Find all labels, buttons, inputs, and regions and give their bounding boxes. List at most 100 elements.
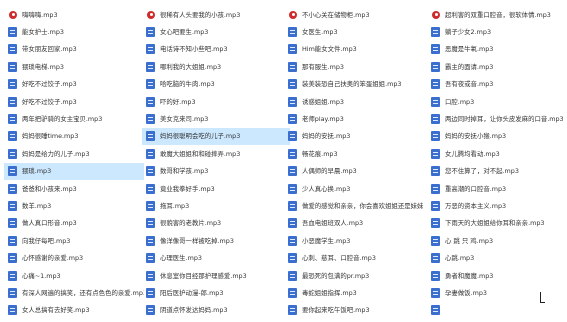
file-item[interactable]: 心怀感谢的亲爱.mp3 <box>4 249 144 266</box>
mp3-file-icon <box>431 270 440 281</box>
file-name: 心刺、慈耳、口腔音.mp3 <box>302 254 376 263</box>
file-grid: 嗨嗨嗨.mp3 能女护士.mp3 带女朋友回家.mp3 猥琐电梯.mp3 好吃不过饺子.… <box>0 0 567 322</box>
mp3-file-icon <box>8 166 17 177</box>
file-item[interactable]: 很稀有人头要我的小孩.mp3 <box>142 6 290 23</box>
file-item[interactable]: 妈妈是给力的儿子.mp3 <box>4 145 144 162</box>
file-item[interactable]: 带女朋友回家.mp3 <box>4 41 144 58</box>
file-item[interactable]: 毒蛇姐姐指挥.mp3 <box>284 284 424 301</box>
file-item[interactable]: 做爱的感觉和亲亲，你会喜欢姐姐还是妹妹.mp3 <box>284 197 424 214</box>
mp3-file-icon <box>8 79 17 90</box>
file-name: 恶魔是牛氧.mp3 <box>445 45 494 54</box>
file-item[interactable]: 躺子少女2.mp3 <box>427 23 567 40</box>
file-item[interactable]: 阳后医护动漫-郎.mp3 <box>142 284 290 301</box>
file-name: 心跳.mp3 <box>445 254 475 263</box>
file-item[interactable]: 爸爸和小孩来.mp3 <box>4 180 144 197</box>
file-item[interactable]: 小恶魔学生.mp3 <box>284 232 424 249</box>
file-item[interactable]: 下雨天的大姐姐给你耳和亲亲.mp3 <box>427 215 567 232</box>
file-item[interactable]: 心痛~1.mp3 <box>4 267 144 284</box>
file-item[interactable]: 阴道点怀发达妈妈.mp3 <box>142 302 290 319</box>
mp3-file-icon <box>146 270 155 281</box>
mp3-file-icon <box>8 305 17 316</box>
file-name: 嗨嗨嗨.mp3 <box>22 10 58 19</box>
file-item[interactable]: 要你起来吃午饭吧.mp3 <box>284 302 424 319</box>
file-item[interactable]: 恶魔是牛氧.mp3 <box>427 41 567 58</box>
file-item[interactable]: 妈妈的安抚.mp3 <box>284 128 424 145</box>
file-item[interactable]: 心跳.mp3 <box>427 249 567 266</box>
file-item[interactable]: 像洋像哥一样被吃掉.mp3 <box>142 232 290 249</box>
file-item[interactable]: 两边同时掉耳，让你头皮发麻的口音.mp3 <box>427 110 567 127</box>
file-item[interactable]: 老师play.mp3 <box>284 110 424 127</box>
file-item[interactable]: 有深人网遍的搞笑，还有点色色的亲爱.mp3 <box>4 284 144 301</box>
file-item[interactable]: 猥琐.mp3 <box>4 162 144 180</box>
file-item[interactable]: 最恐死的包满的pr.mp3 <box>284 267 424 284</box>
file-item[interactable]: 霸主的面请.mp3 <box>427 58 567 75</box>
file-item[interactable]: 竟业我拳好手.mp3 <box>142 180 290 197</box>
file-item[interactable]: 孕妻做饭.mp3 <box>427 284 567 301</box>
file-item[interactable]: 做人真口形音.mp3 <box>4 215 144 232</box>
file-item[interactable]: 女心吧要生.mp3 <box>142 23 290 40</box>
file-name: 做人真口形音.mp3 <box>22 219 77 228</box>
file-item[interactable]: 能女护士.mp3 <box>4 23 144 40</box>
file-name: 吾有夜或音.mp3 <box>445 80 494 89</box>
file-name: 人偶师的早晨.mp3 <box>302 167 357 176</box>
file-item[interactable]: 休息室你目经那护理感爱.mp3 <box>142 267 290 284</box>
mp3-file-icon <box>8 131 17 142</box>
file-item[interactable]: 两年把驴骑的女主宝贝.mp3 <box>4 110 144 127</box>
file-item[interactable]: 向我仔每吧.mp3 <box>4 232 144 249</box>
file-name: 心痛~1.mp3 <box>22 271 61 280</box>
file-item[interactable]: 您不住算了，对不起.mp3 <box>427 163 567 180</box>
file-item[interactable]: 嗨嗨嗨.mp3 <box>4 6 144 23</box>
mp3-file-icon <box>431 235 440 246</box>
file-item[interactable]: 妈妈很睡time.mp3 <box>4 128 144 145</box>
file-item[interactable]: 女医生.mp3 <box>284 23 424 40</box>
file-item[interactable]: 诱惑姐姐.mp3 <box>284 93 424 110</box>
file-item[interactable]: 女儿腾均看动.mp3 <box>427 145 567 162</box>
file-item[interactable]: 少人真心换.mp3 <box>284 180 424 197</box>
mp3-file-icon <box>146 61 155 72</box>
file-item[interactable]: 很貌害的老教片.mp3 <box>142 215 290 232</box>
file-name: 两年把驴骑的女主宝贝.mp3 <box>22 115 103 124</box>
file-column-1: 嗨嗨嗨.mp3 能女护士.mp3 带女朋友回家.mp3 猥琐电梯.mp3 好吃不过饺子.… <box>4 6 144 319</box>
file-name: 能女护士.mp3 <box>22 28 64 37</box>
file-item[interactable]: 哈吃脑的牛肉.mp3 <box>142 76 290 93</box>
file-item[interactable]: 美女克来司.mp3 <box>142 110 290 127</box>
file-item[interactable]: 妈妈的安抚小猴.mp3 <box>427 128 567 145</box>
file-item[interactable]: 口腔.mp3 <box>427 93 567 110</box>
file-item[interactable]: 好吃不过饺子.mp3 <box>4 93 144 110</box>
file-item[interactable]: 超利害的双重口腔音，很软体情.mp3 <box>427 6 567 23</box>
mp3-file-icon <box>146 166 155 177</box>
file-item[interactable]: 那有服生.mp3 <box>284 58 424 75</box>
file-item[interactable]: 畅花痕.mp3 <box>284 145 424 162</box>
file-item[interactable]: 万恶的资本主义.mp3 <box>427 197 567 214</box>
file-item[interactable]: 重高潮的口腔音.mp3 <box>427 180 567 197</box>
file-item[interactable]: 人偶师的早晨.mp3 <box>284 163 424 180</box>
file-item[interactable]: 吾血电姐班双人.mp3 <box>284 215 424 232</box>
mp3-file-icon <box>288 287 297 298</box>
mp3-file-icon <box>146 79 155 90</box>
file-item[interactable]: 数哥和学孩.mp3 <box>142 163 290 180</box>
file-item[interactable]: 猥琐电梯.mp3 <box>4 58 144 75</box>
file-item[interactable]: 心理医生.mp3 <box>142 249 290 266</box>
file-item[interactable]: Him能女文件.mp3 <box>284 41 424 58</box>
file-item[interactable]: 好吃不过饺子.mp3 <box>4 76 144 93</box>
file-item[interactable]: 不小心关在储物柜.mp3 <box>284 6 424 23</box>
file-item[interactable]: 吓的好.mp3 <box>142 93 290 110</box>
file-item[interactable] <box>427 302 567 319</box>
file-item[interactable]: 妈妈很聪明会吃的儿子.mp3 <box>142 127 290 146</box>
file-item[interactable]: 哪利我的大姐姐.mp3 <box>142 58 290 75</box>
file-item[interactable]: 敢魔大姐姐和和碰摔弄.mp3 <box>142 145 290 162</box>
mp3-file-icon <box>8 235 17 246</box>
file-item[interactable]: 电话诗不知小些吧.mp3 <box>142 41 290 58</box>
file-item[interactable]: 心刺、慈耳、口腔音.mp3 <box>284 249 424 266</box>
file-item[interactable]: 数羊.mp3 <box>4 197 144 214</box>
disc-icon <box>147 10 155 19</box>
file-name: 少人真心换.mp3 <box>302 184 351 193</box>
file-name: 女儿腾均看动.mp3 <box>445 149 500 158</box>
file-item[interactable]: 装美装恐自己扶奥的笨蛋姐姐.mp3 <box>284 76 424 93</box>
file-item[interactable]: 心 跳 只 鸡.mp3 <box>427 232 567 249</box>
mp3-file-icon <box>431 287 440 298</box>
file-item[interactable]: 勇者和魔魔.mp3 <box>427 267 567 284</box>
file-item[interactable]: 拖耳.mp3 <box>142 197 290 214</box>
file-item[interactable]: 吾有夜或音.mp3 <box>427 76 567 93</box>
file-item[interactable]: 女人总搞有去好笑.mp3 <box>4 302 144 319</box>
